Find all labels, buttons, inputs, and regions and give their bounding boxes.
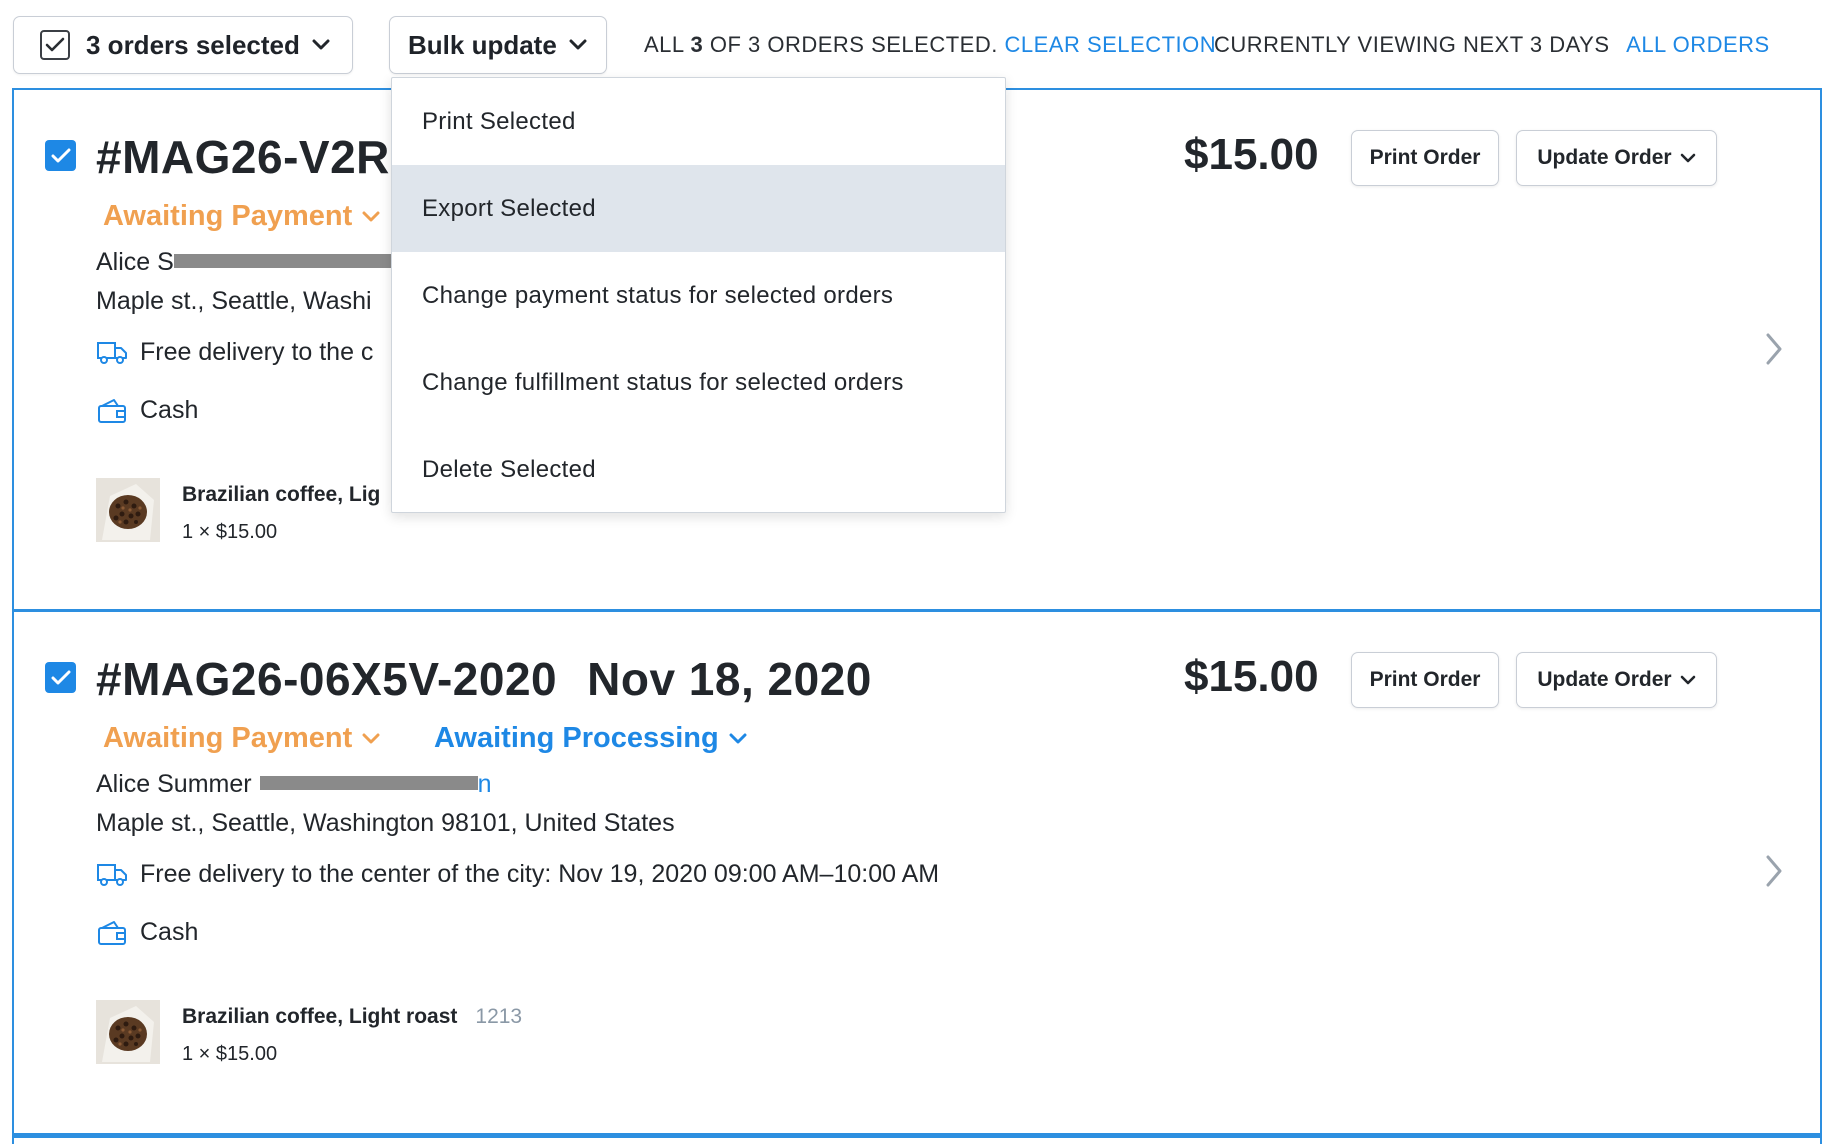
payment-method-row: Cash	[96, 396, 198, 425]
chevron-down-icon	[1680, 675, 1695, 684]
order-number[interactable]: #MAG26-V2R	[96, 130, 390, 184]
chevron-down-icon	[729, 733, 747, 743]
select-all-checkbox[interactable]	[40, 30, 70, 60]
chevron-down-icon	[569, 39, 587, 50]
wallet-icon	[98, 398, 126, 423]
order-total: $15.00	[1184, 652, 1319, 701]
menu-item-change-fulfillment-status[interactable]: Change fulfillment status for selected o…	[392, 339, 1005, 426]
selection-summary-count: 3	[690, 32, 704, 57]
order-card-partial	[12, 1136, 1822, 1144]
truck-icon	[97, 341, 127, 364]
order-card[interactable]: #MAG26-06X5V-2020 Nov 18, 2020 Awaiting P…	[12, 612, 1822, 1136]
payment-status-label: Awaiting Payment	[103, 722, 353, 754]
menu-item-print-selected[interactable]: Print Selected	[392, 78, 1005, 165]
customer-name: Alice Summer	[96, 770, 252, 798]
customer-name: Alice S	[96, 248, 174, 276]
order-number-text: #MAG26-V2R	[96, 131, 390, 183]
print-order-button[interactable]: Print Order	[1351, 130, 1499, 186]
selection-summary-prefix: ALL	[644, 32, 684, 57]
update-order-button[interactable]: Update Order	[1516, 130, 1717, 186]
fulfillment-status-dropdown[interactable]: Awaiting Processing	[434, 722, 747, 755]
payment-status-label: Awaiting Payment	[103, 200, 353, 232]
customer-email[interactable]: n	[478, 770, 492, 798]
delivery-row: Free delivery to the center of the city:…	[96, 860, 939, 889]
product-quantity: 1 × $15.00	[182, 1043, 278, 1065]
coffee-bag-image	[96, 1000, 160, 1064]
bulk-toolbar: 3 orders selected Bulk update ALL 3 OF 3…	[0, 0, 1824, 88]
viewing-range-label: CURRENTLY VIEWING NEXT 3 DAYS	[1214, 32, 1610, 57]
chevron-down-icon	[362, 211, 380, 221]
payment-method-row: Cash	[96, 918, 198, 947]
selection-count-label: 3 orders selected	[86, 29, 300, 60]
bulk-update-button[interactable]: Bulk update	[389, 16, 607, 74]
selection-summary: ALL 3 OF 3 ORDERS SELECTED. CLEAR SELECT…	[644, 32, 1216, 58]
customer-line: Alice S	[96, 248, 404, 277]
menu-item-export-selected[interactable]: Export Selected	[392, 165, 1005, 252]
order-total: $15.00	[1184, 130, 1319, 179]
update-order-label: Update Order	[1537, 146, 1672, 169]
order-checkbox[interactable]	[45, 140, 76, 171]
customer-line: Alice Summer n	[96, 770, 492, 799]
order-number[interactable]: #MAG26-06X5V-2020 Nov 18, 2020	[96, 652, 872, 706]
chevron-down-icon	[362, 733, 380, 743]
product-name[interactable]: Brazilian coffee, Light roast 1213	[182, 1005, 522, 1029]
product-name[interactable]: Brazilian coffee, Lig	[182, 483, 380, 507]
product-name-text: Brazilian coffee, Light roast	[182, 1005, 458, 1028]
selection-dropdown-button[interactable]: 3 orders selected	[13, 16, 353, 74]
payment-method-text: Cash	[140, 918, 199, 946]
all-orders-link[interactable]: ALL ORDERS	[1626, 32, 1770, 57]
redacted-email	[173, 254, 404, 269]
product-sku: 1213	[475, 1005, 523, 1028]
order-date: Nov 18, 2020	[587, 653, 872, 705]
chevron-down-icon	[312, 39, 330, 50]
bulk-update-menu: Print Selected Export Selected Change pa…	[391, 77, 1006, 513]
selection-summary-suffix: OF 3 ORDERS SELECTED.	[709, 32, 998, 57]
order-number-text: #MAG26-06X5V-2020	[96, 653, 558, 705]
delivery-text: Free delivery to the center of the city:…	[140, 860, 940, 888]
view-filter-summary: CURRENTLY VIEWING NEXT 3 DAYS ALL ORDERS	[1214, 32, 1770, 58]
shipping-address: Maple st., Seattle, Washington 98101, Un…	[96, 809, 675, 837]
chevron-right-icon[interactable]	[1764, 854, 1784, 888]
order-checkbox[interactable]	[45, 662, 76, 693]
check-icon	[51, 148, 70, 162]
check-icon	[51, 670, 70, 684]
chevron-right-icon[interactable]	[1764, 332, 1784, 366]
bulk-update-label: Bulk update	[408, 29, 557, 60]
delivery-text: Free delivery to the c	[140, 338, 374, 366]
fulfillment-status-label: Awaiting Processing	[434, 722, 719, 754]
product-thumbnail	[96, 478, 160, 542]
chevron-down-icon	[1680, 153, 1695, 162]
coffee-bag-image	[96, 478, 160, 542]
redacted-email	[259, 776, 478, 791]
product-thumbnail	[96, 1000, 160, 1064]
menu-item-delete-selected[interactable]: Delete Selected	[392, 426, 1005, 513]
check-icon	[45, 37, 65, 52]
update-order-button[interactable]: Update Order	[1516, 652, 1717, 708]
payment-method-text: Cash	[140, 396, 199, 424]
payment-status-dropdown[interactable]: Awaiting Payment	[103, 722, 380, 755]
wallet-icon	[98, 920, 126, 945]
print-order-button[interactable]: Print Order	[1351, 652, 1499, 708]
update-order-label: Update Order	[1537, 668, 1672, 691]
truck-icon	[97, 863, 127, 886]
delivery-row: Free delivery to the c	[96, 338, 373, 367]
clear-selection-link[interactable]: CLEAR SELECTION	[1004, 32, 1216, 57]
payment-status-dropdown[interactable]: Awaiting Payment	[103, 200, 380, 233]
shipping-address: Maple st., Seattle, Washi	[96, 287, 372, 315]
product-quantity: 1 × $15.00	[182, 521, 278, 543]
menu-item-change-payment-status[interactable]: Change payment status for selected order…	[392, 252, 1005, 339]
